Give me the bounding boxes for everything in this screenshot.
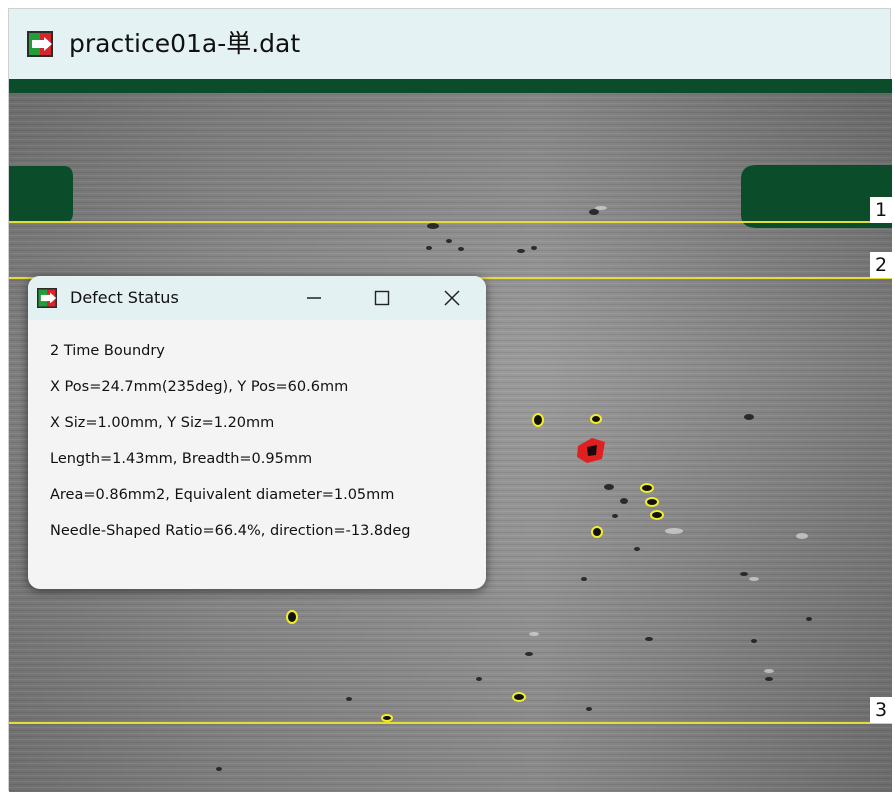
app-icon bbox=[37, 288, 57, 308]
defect-marker bbox=[512, 692, 526, 702]
defect-status-dialog: Defect Status 2 Time Boundry X Pos=24.7m… bbox=[28, 276, 486, 589]
info-line-size: X Siz=1.00mm, Y Siz=1.20mm bbox=[50, 415, 275, 431]
defect-marker bbox=[532, 413, 544, 427]
defect-marker bbox=[640, 483, 654, 493]
info-line-length: Length=1.43mm, Breadth=0.95mm bbox=[50, 451, 313, 467]
minimize-icon bbox=[307, 297, 321, 299]
defect-marker bbox=[650, 510, 664, 520]
info-line-boundary: 2 Time Boundry bbox=[50, 343, 165, 359]
defect-marker bbox=[591, 526, 603, 538]
close-icon bbox=[444, 290, 460, 306]
defect-marker bbox=[286, 610, 298, 624]
defect-info: 2 Time Boundry X Pos=24.7mm(235deg), Y P… bbox=[50, 340, 411, 556]
defect-marker bbox=[590, 414, 602, 424]
boundary-label-1: 1 bbox=[870, 197, 892, 223]
title-bar: practice01a-単.dat bbox=[9, 9, 890, 79]
maximize-icon bbox=[374, 290, 390, 306]
defect-marker bbox=[645, 497, 659, 507]
dialog-title-bar[interactable]: Defect Status bbox=[28, 276, 486, 320]
close-button[interactable] bbox=[432, 282, 472, 314]
boundary-label-2: 2 bbox=[870, 252, 892, 278]
dialog-title: Defect Status bbox=[70, 288, 179, 307]
defect-marker bbox=[381, 714, 393, 722]
minimize-button[interactable] bbox=[294, 282, 334, 314]
app-icon bbox=[27, 31, 53, 57]
window-title: practice01a-単.dat bbox=[69, 29, 301, 58]
info-line-needle-ratio: Needle-Shaped Ratio=66.4%, direction=-13… bbox=[50, 523, 411, 539]
info-line-position: X Pos=24.7mm(235deg), Y Pos=60.6mm bbox=[50, 379, 349, 395]
info-line-area: Area=0.86mm2, Equivalent diameter=1.05mm bbox=[50, 487, 395, 503]
maximize-button[interactable] bbox=[362, 282, 402, 314]
boundary-label-3: 3 bbox=[870, 697, 892, 723]
